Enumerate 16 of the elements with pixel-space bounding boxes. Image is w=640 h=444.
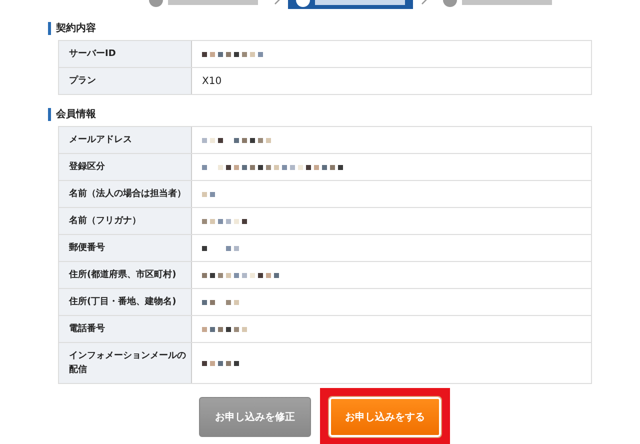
edit-button[interactable]: お申し込みを修正	[199, 397, 311, 437]
row-label: 住所(丁目・番地、建物名)	[59, 289, 192, 315]
row-label: インフォメーションメールの配信	[59, 343, 192, 383]
row-label: サーバーID	[59, 41, 192, 67]
section-heading: 会員情報	[48, 108, 592, 121]
row-label: プラン	[59, 68, 192, 94]
row-label: 名前（フリガナ）	[59, 208, 192, 234]
row-label: 住所(都道府県、市区町村)	[59, 262, 192, 288]
row-label: 名前（法人の場合は担当者）	[59, 181, 192, 207]
row-label: メールアドレス	[59, 127, 192, 153]
row-label: 登録区分	[59, 154, 192, 180]
row-label: 電話番号	[59, 316, 192, 342]
row-value: X10	[202, 76, 222, 86]
row-label: 郵便番号	[59, 235, 192, 261]
submit-button[interactable]: お申し込みをする	[329, 397, 441, 437]
section-heading: 契約内容	[48, 22, 592, 35]
